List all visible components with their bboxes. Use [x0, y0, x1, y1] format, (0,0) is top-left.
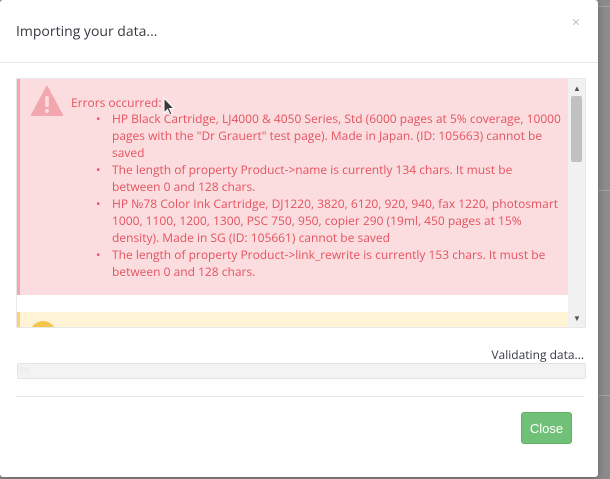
error-list-item: The length of property Product->link_rew… [92, 246, 562, 280]
scrollbar[interactable]: ▲ ▼ [568, 79, 585, 327]
background-divider [598, 190, 610, 191]
import-progress-bar: 0% [17, 363, 586, 379]
error-list-item: HP Black Cartridge, LJ4000 & 4050 Series… [92, 110, 562, 161]
close-button[interactable]: Close [521, 412, 572, 444]
error-alert-title: Errors occurred: [71, 94, 162, 111]
warning-circle-icon [30, 321, 56, 327]
import-status-text: Validating data... [491, 346, 584, 363]
messages-scroll-area[interactable]: Errors occurred: HP Black Cartridge, LJ4… [16, 78, 586, 328]
import-modal: Importing your data... × Errors occurred… [0, 0, 598, 477]
modal-header: Importing your data... × [0, 0, 598, 63]
scroll-thumb[interactable] [571, 96, 582, 162]
error-list: HP Black Cartridge, LJ4000 & 4050 Series… [92, 110, 562, 280]
modal-close-icon[interactable]: × [572, 13, 580, 32]
warning-triangle-icon [31, 86, 63, 116]
background-divider [598, 6, 610, 7]
scroll-up-arrow-icon[interactable]: ▲ [573, 83, 581, 94]
progress-label: 0% [19, 365, 31, 376]
mouse-pointer-icon [163, 97, 175, 116]
error-alert: Errors occurred: HP Black Cartridge, LJ4… [17, 79, 571, 295]
footer-divider [16, 396, 584, 397]
error-list-item: HP №78 Color Ink Cartridge, DJ1220, 3820… [92, 195, 562, 246]
background-divider [598, 395, 610, 396]
scroll-down-arrow-icon[interactable]: ▼ [573, 313, 581, 324]
warning-alert [17, 312, 571, 327]
modal-title: Importing your data... [16, 22, 158, 41]
error-list-item: The length of property Product->name is … [92, 161, 562, 195]
